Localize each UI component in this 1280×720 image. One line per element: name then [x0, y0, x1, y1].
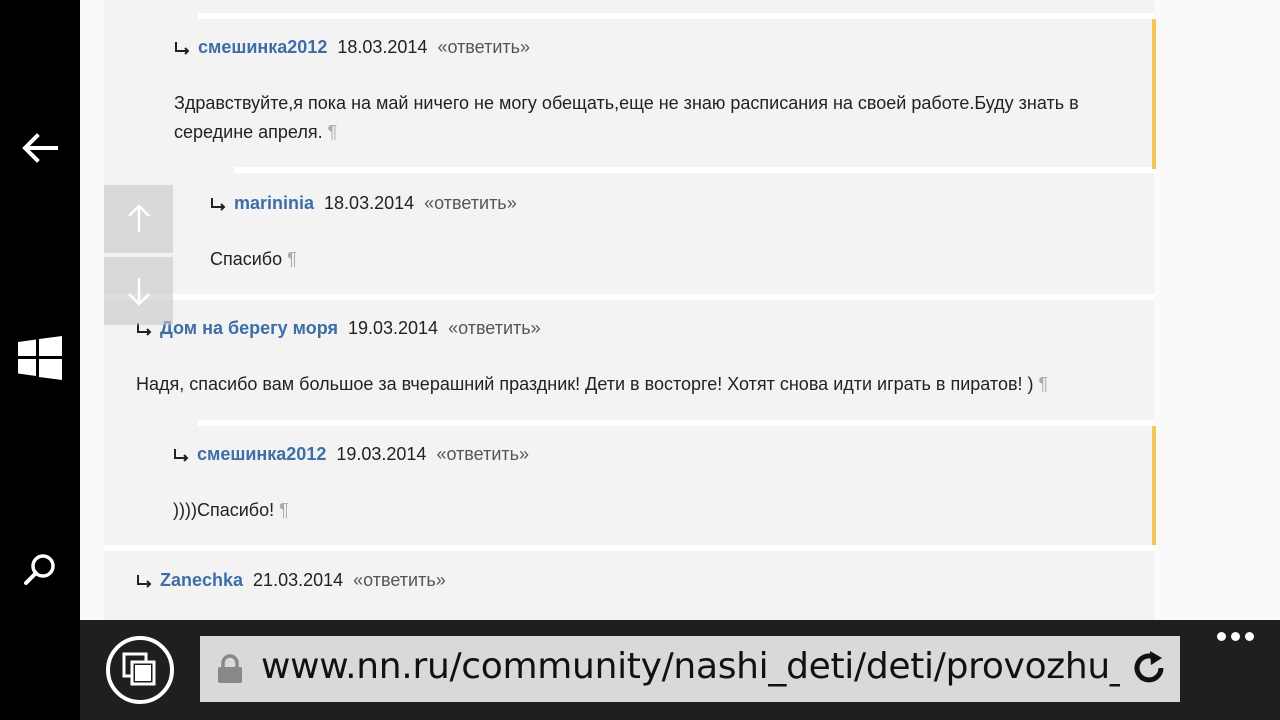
windows-logo-icon: [18, 336, 62, 380]
more-dot: [1217, 632, 1226, 641]
tabs-icon: [122, 652, 156, 686]
divider: [104, 545, 1154, 551]
comment-text: ))))Спасибо! ¶: [173, 496, 289, 525]
comment-date: 18.03.2014: [337, 37, 428, 57]
comment-date: 18.03.2014: [324, 193, 415, 213]
comment-body: Спасибо: [210, 249, 283, 269]
reply-link[interactable]: «ответить»: [437, 37, 530, 58]
comment-author[interactable]: Дом на берегу моря: [160, 318, 338, 339]
comment-date: 21.03.2014: [253, 570, 344, 590]
permalink-pilcrow[interactable]: ¶: [328, 122, 338, 142]
comment-author[interactable]: смешинка2012: [198, 37, 327, 58]
comment-text: Здравствуйте,я пока на май ничего не мог…: [174, 89, 1144, 147]
comment-header: marininia 18.03.2014 «ответить»: [208, 193, 517, 214]
permalink-pilcrow[interactable]: ¶: [279, 500, 289, 520]
comment-body: Надя, спасибо вам большое за вчерашний п…: [136, 374, 1034, 394]
comment-header: Дом на берегу моря 19.03.2014 «ответить»: [134, 318, 541, 339]
divider: [198, 420, 1154, 426]
comment-header: Zanechka 21.03.2014 «ответить»: [134, 570, 446, 591]
comment-date: 19.03.2014: [336, 444, 427, 464]
comment-text: Спасибо ¶: [210, 245, 297, 274]
comment-body: ))))Спасибо!: [173, 500, 275, 520]
highlight-bar: [1152, 426, 1156, 545]
back-arrow-icon: [22, 133, 58, 163]
arrow-up-icon: [127, 204, 150, 232]
address-field[interactable]: www.nn.ru/community/nashi_deti/deti/prov…: [200, 636, 1180, 702]
search-button[interactable]: [0, 540, 80, 600]
reply-link[interactable]: «ответить»: [436, 444, 529, 465]
browser-address-bar: www.nn.ru/community/nashi_deti/deti/prov…: [80, 620, 1280, 720]
more-dot: [1231, 632, 1240, 641]
reply-arrow-icon: [211, 197, 226, 211]
more-button[interactable]: [1217, 632, 1254, 641]
start-button[interactable]: [0, 328, 80, 388]
reply-link[interactable]: «ответить»: [353, 570, 446, 591]
scroll-down-button[interactable]: [104, 257, 173, 325]
refresh-icon[interactable]: [1132, 651, 1166, 685]
comment-header: смешинка2012 18.03.2014 «ответить»: [172, 37, 530, 58]
search-icon: [24, 554, 55, 585]
divider: [198, 13, 1154, 19]
reply-link[interactable]: «ответить»: [424, 193, 517, 214]
comment-author[interactable]: marininia: [234, 193, 314, 214]
comment-text: Надя, спасибо вам большое за вчерашний п…: [136, 370, 1146, 399]
comment-body: Здравствуйте,я пока на май ничего не мог…: [174, 93, 1079, 142]
highlight-bar: [1152, 19, 1156, 169]
reply-arrow-icon: [137, 574, 152, 588]
permalink-pilcrow[interactable]: ¶: [287, 249, 297, 269]
back-button[interactable]: [0, 118, 80, 178]
reply-arrow-icon: [174, 448, 189, 462]
comment-author[interactable]: Zanechka: [160, 570, 243, 591]
divider: [234, 167, 1154, 173]
more-dot: [1245, 632, 1254, 641]
comment-date: 19.03.2014: [347, 318, 439, 338]
web-page: смешинка2012 18.03.2014 «ответить» Здрав…: [80, 0, 1280, 620]
reply-link[interactable]: «ответить»: [448, 318, 541, 339]
reply-arrow-icon: [175, 41, 190, 55]
system-nav-bar: [0, 0, 80, 720]
divider: [104, 294, 1154, 300]
lock-icon: [218, 654, 242, 683]
permalink-pilcrow[interactable]: ¶: [1039, 374, 1049, 394]
tabs-button[interactable]: [106, 636, 174, 704]
url-text: www.nn.ru/community/nashi_deti/deti/prov…: [261, 646, 1180, 687]
arrow-down-icon: [127, 278, 150, 306]
comment-header: смешинка2012 19.03.2014 «ответить»: [171, 444, 529, 465]
scroll-up-button[interactable]: [104, 185, 173, 253]
comment-author[interactable]: смешинка2012: [197, 444, 326, 465]
